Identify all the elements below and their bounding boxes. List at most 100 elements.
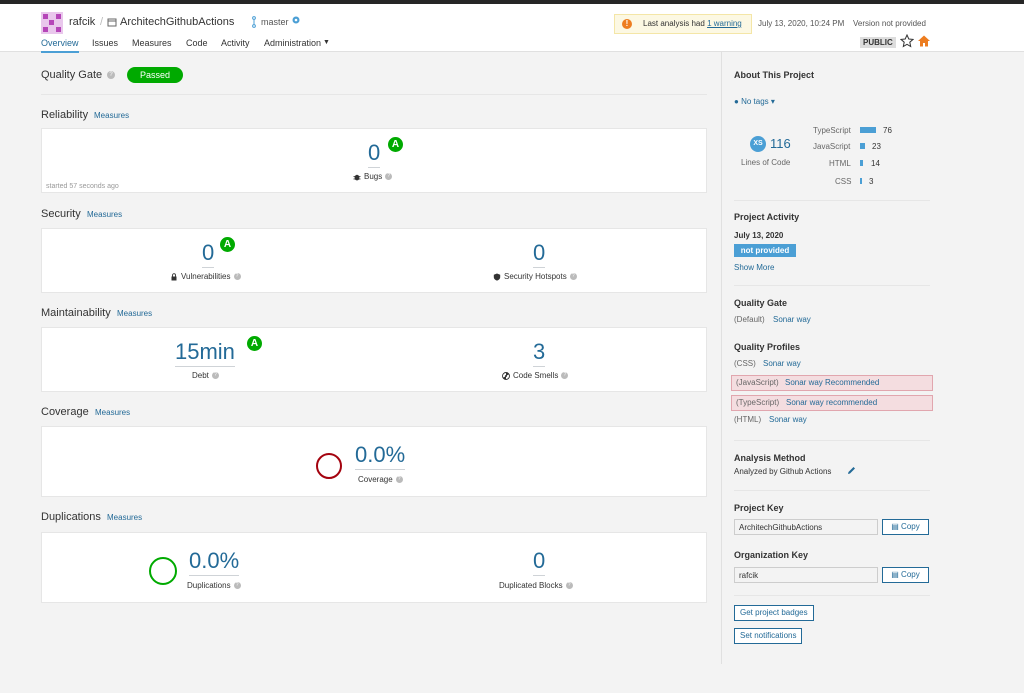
duplications-ring[interactable]	[149, 557, 177, 585]
help-icon[interactable]: ?	[211, 372, 219, 380]
profile-link[interactable]: Sonar way recommended	[786, 398, 877, 407]
help-icon[interactable]: ?	[233, 582, 241, 590]
copy-organization-key-button[interactable]: ▤ Copy	[882, 567, 929, 583]
bugs-rating[interactable]: A	[388, 137, 403, 152]
tab-activity[interactable]: Activity	[221, 38, 250, 48]
language-bar	[860, 127, 876, 133]
lines-of-code-value[interactable]: 116	[770, 136, 791, 151]
analysis-warning: ! Last analysis had 1 warning	[614, 14, 752, 34]
chevron-down-icon: ▾	[770, 97, 775, 106]
tab-overview[interactable]: Overview	[41, 38, 79, 53]
code-smells-value[interactable]: 3	[533, 339, 546, 367]
reliability-measures-link[interactable]: Measures	[94, 111, 129, 120]
duplications-value[interactable]: 0.0%	[189, 548, 240, 576]
project-icon	[107, 17, 117, 27]
help-icon[interactable]: ?	[395, 476, 403, 484]
language-name: CSS	[835, 177, 852, 186]
lines-of-code-label: Lines of Code	[741, 158, 791, 167]
coverage-card: 0.0% Coverage?	[41, 426, 707, 497]
profile-link[interactable]: Sonar way	[769, 415, 807, 424]
security-measures-link[interactable]: Measures	[87, 210, 122, 219]
sidebar-section-divider	[734, 440, 930, 441]
debt-value[interactable]: 15min	[175, 339, 235, 367]
coverage-measures-link[interactable]: Measures	[95, 408, 130, 417]
profile-link[interactable]: Sonar way	[763, 359, 801, 368]
project-key-field[interactable]: ArchitechGithubActions	[734, 519, 878, 535]
copy-project-key-button[interactable]: ▤ Copy	[882, 519, 929, 535]
analysis-method-title: Analysis Method	[734, 453, 806, 463]
duplications-title: Duplications	[41, 511, 101, 523]
activity-date: July 13, 2020	[734, 231, 784, 240]
help-icon[interactable]: ?	[107, 71, 115, 79]
administration-dropdown-icon[interactable]: ▼	[323, 39, 330, 46]
bugs-value[interactable]: 0	[368, 140, 381, 168]
language-count: 76	[883, 126, 892, 135]
about-title: About This Project	[734, 70, 815, 80]
tab-code[interactable]: Code	[186, 38, 208, 48]
activity-version-badge: not provided	[734, 244, 796, 257]
tab-issues[interactable]: Issues	[92, 38, 118, 48]
language-name: TypeScript	[813, 126, 851, 135]
duplications-measures-link[interactable]: Measures	[107, 513, 142, 522]
get-project-badges-button[interactable]: Get project badges	[734, 605, 814, 621]
quality-gate-sidebar-title: Quality Gate	[734, 298, 788, 308]
debt-rating[interactable]: A	[247, 336, 262, 351]
debt-label: Debt?	[192, 371, 219, 380]
tags-dropdown[interactable]: ● No tags ▾	[734, 97, 775, 106]
profile-language: (CSS)	[734, 359, 756, 368]
vulnerabilities-value[interactable]: 0	[202, 240, 215, 268]
project-key-title: Project Key	[734, 503, 784, 513]
project-avatar[interactable]	[41, 12, 63, 34]
show-more-link[interactable]: Show More	[734, 263, 774, 272]
code-smells-label: Code Smells?	[502, 371, 569, 380]
size-badge: XS	[750, 136, 766, 152]
breadcrumb-organization[interactable]: rafcik	[69, 16, 95, 28]
breadcrumb-project[interactable]: ArchitechGithubActions	[120, 16, 234, 28]
section-divider	[41, 94, 707, 95]
sidebar-section-divider	[734, 595, 930, 596]
vulnerabilities-rating[interactable]: A	[220, 237, 235, 252]
profile-link[interactable]: Sonar way Recommended	[785, 378, 879, 387]
tab-administration[interactable]: Administration	[264, 38, 321, 48]
help-icon[interactable]: ?	[385, 173, 393, 181]
language-count: 3	[869, 177, 874, 186]
project-activity-title: Project Activity	[734, 212, 800, 222]
coverage-label: Coverage?	[358, 475, 403, 484]
coverage-ring[interactable]	[316, 453, 342, 479]
profile-language: (TypeScript)	[736, 398, 780, 407]
branch-name[interactable]: master	[261, 17, 289, 27]
breadcrumb-separator: /	[100, 16, 104, 28]
analysis-started-note: started 57 seconds ago	[46, 183, 119, 190]
organization-key-field[interactable]: rafcik	[734, 567, 878, 583]
copy-icon: ▤	[891, 522, 899, 531]
help-icon[interactable]: ?	[569, 273, 577, 281]
warning-link[interactable]: 1 warning	[707, 19, 742, 28]
help-icon[interactable]: ?	[233, 273, 241, 281]
warning-icon: !	[622, 19, 632, 29]
help-icon[interactable]: ?	[561, 372, 569, 380]
quality-gate-link[interactable]: Sonar way	[773, 315, 811, 324]
help-icon[interactable]: ?	[565, 582, 573, 590]
version-text: Version not provided	[853, 19, 926, 28]
quality-profiles-title: Quality Profiles	[734, 342, 801, 352]
favorite-star-icon[interactable]	[899, 33, 915, 48]
branch-icon	[250, 16, 258, 28]
bugs-label: Bugs?	[353, 172, 393, 181]
sidebar-section-divider	[734, 200, 930, 201]
reliability-title: Reliability	[41, 109, 89, 121]
analysis-method-text: Analyzed by Github Actions	[734, 467, 832, 476]
quality-gate-title: Quality Gate	[41, 69, 103, 81]
set-notifications-button[interactable]: Set notifications	[734, 628, 803, 644]
language-name: JavaScript	[813, 142, 851, 151]
duplications-card: 0.0% Duplications? 0 Duplicated Blocks?	[41, 532, 707, 603]
branch-help-icon[interactable]	[292, 16, 300, 24]
edit-pencil-icon[interactable]	[847, 466, 856, 477]
warning-text: Last analysis had 1 warning	[643, 19, 742, 28]
coverage-value[interactable]: 0.0%	[355, 442, 406, 470]
tab-measures[interactable]: Measures	[132, 38, 172, 48]
security-hotspots-value[interactable]: 0	[533, 240, 546, 268]
maintainability-measures-link[interactable]: Measures	[117, 309, 152, 318]
maintainability-card: 15min A Debt? 3 Code Smells?	[41, 327, 707, 392]
home-icon[interactable]	[917, 34, 931, 48]
duplicated-blocks-value[interactable]: 0	[533, 548, 546, 576]
